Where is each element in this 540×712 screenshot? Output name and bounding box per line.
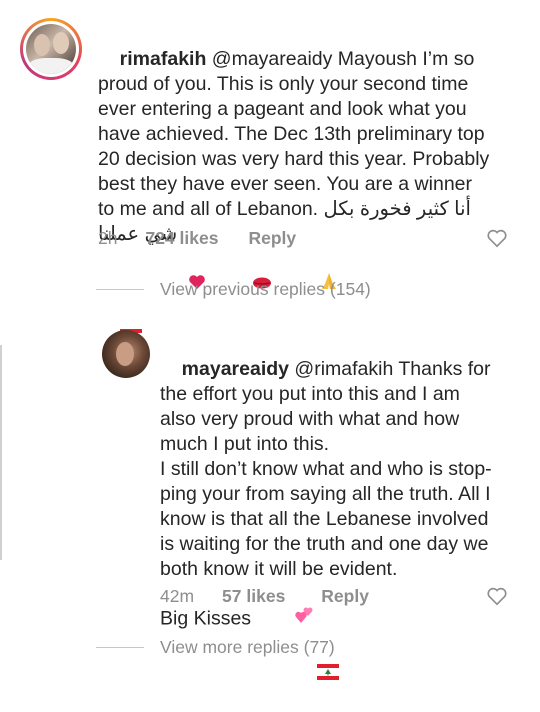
comment-line: much I put into this. [160,433,330,455]
likes-count[interactable]: 57 likes [222,586,285,607]
comment-username[interactable]: rimafakih [120,48,207,70]
comment-meta: 42m 57 likes Reply [160,586,369,607]
comment-line: 20 decision was very hard this year. Pro… [98,148,490,170]
comment-line: Mayoush I’m so [332,48,475,70]
comment-time: 42m [160,586,195,606]
comment-line: know is that all the Lebanese involved [160,508,489,530]
comment-time: 2h [98,228,118,248]
comment-rimafakih: rimafakih @mayareaidy Mayoush I’m so prou… [0,0,540,345]
comment-line: is waiting for the truth and one day we [160,533,489,555]
avatar[interactable] [102,330,150,378]
like-heart-icon[interactable] [486,586,508,606]
view-more-replies-label[interactable]: View more replies (77) [160,637,335,658]
comment-line: I still don’t know what and who is stop- [160,458,492,480]
comment-line: also very proud with what and how [160,408,460,430]
comment-username[interactable]: mayareaidy [182,358,289,380]
mention-link[interactable]: @rimafakih [294,358,393,380]
comment-text: mayareaidy @rimafakih Thanks for the effo… [160,332,530,682]
like-heart-icon[interactable] [486,228,508,248]
view-more-replies[interactable]: View more replies (77) [96,637,335,658]
comment-line: the effort you put into this and I am [160,383,460,405]
comment-line: both know it will be evident. [160,558,398,580]
comment-line: best they have ever seen. You are a winn… [98,173,473,195]
reply-button[interactable]: Reply [321,586,369,607]
flag-lebanon-icon [317,612,340,680]
view-previous-replies[interactable]: View previous replies (154) [96,279,371,300]
avatar[interactable] [20,18,82,80]
mention-link[interactable]: @mayareaidy [212,48,333,70]
comment-line: Thanks for [393,358,491,380]
comment-line: Big Kisses [160,607,252,630]
comment-line: to me and all of Lebanon. [98,198,319,220]
reply-button[interactable]: Reply [248,228,296,249]
arabic-text: أنا كثير فخورة بكل [323,198,471,220]
comment-line: ping your from saying all the truth. All… [160,483,491,505]
comment-mayareaidy: mayareaidy @rimafakih Thanks for the effo… [0,320,540,680]
comment-line: proud of you. This is only your second t… [98,73,469,95]
comment-meta: 2h 724 likes Reply [98,228,296,249]
view-previous-replies-label[interactable]: View previous replies (154) [160,279,371,300]
divider-line [96,647,144,648]
likes-count[interactable]: 724 likes [145,228,218,249]
comment-line: have achieved. The Dec 13th preliminary … [98,123,485,145]
profile-avatar-icon [26,24,76,74]
divider-line [96,289,144,290]
comment-line: ever entering a pageant and look what yo… [98,98,467,120]
